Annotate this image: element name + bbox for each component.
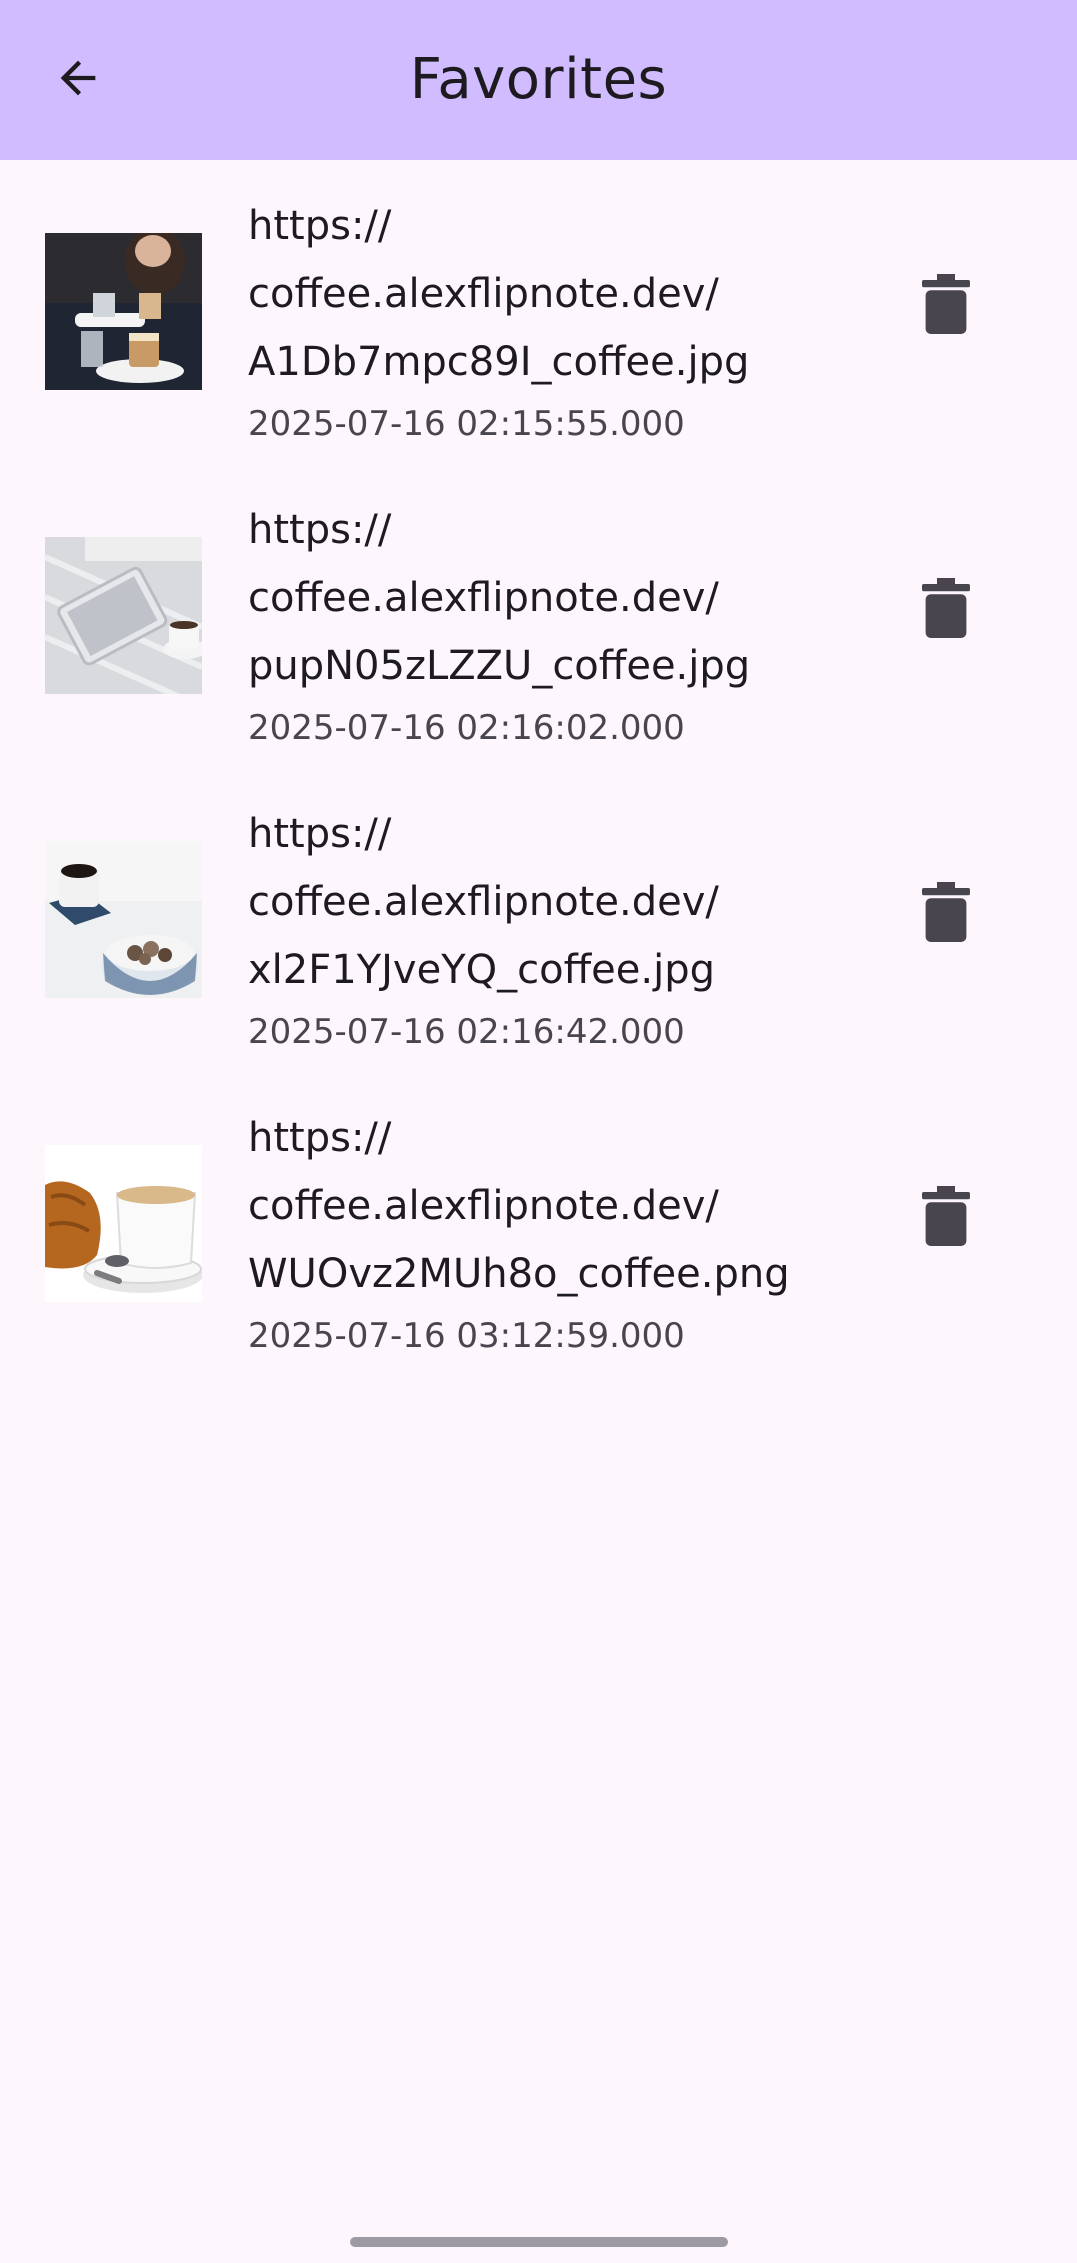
list-item[interactable]: https:// coffee.alexflipnote.dev/ A1Db7m… bbox=[0, 160, 1077, 464]
delete-button[interactable] bbox=[906, 1178, 986, 1258]
page-title: Favorites bbox=[409, 47, 668, 112]
list-item[interactable]: https:// coffee.alexflipnote.dev/ pupN05… bbox=[0, 464, 1077, 768]
list-item[interactable]: https:// coffee.alexflipnote.dev/ WUOvz2… bbox=[0, 1072, 1077, 1376]
favorite-url-line: https:// bbox=[248, 811, 392, 857]
trash-icon bbox=[922, 1186, 970, 1250]
favorite-url-line: coffee.alexflipnote.dev/ bbox=[248, 1183, 719, 1229]
coffee-thumbnail bbox=[45, 233, 202, 390]
favorite-timestamp: 2025-07-16 03:12:59.000 bbox=[248, 1316, 685, 1356]
favorite-url-line: pupN05zLZZU_coffee.jpg bbox=[248, 643, 751, 689]
coffee-thumbnail bbox=[45, 841, 202, 998]
favorite-timestamp: 2025-07-16 02:15:55.000 bbox=[248, 404, 685, 444]
home-indicator[interactable] bbox=[350, 2237, 728, 2247]
favorite-url-line: https:// bbox=[248, 507, 392, 553]
delete-button[interactable] bbox=[906, 266, 986, 346]
arrow-back-icon bbox=[52, 52, 104, 108]
favorite-url-line: coffee.alexflipnote.dev/ bbox=[248, 575, 719, 621]
trash-icon bbox=[922, 882, 970, 946]
delete-button[interactable] bbox=[906, 874, 986, 954]
favorite-url-line: coffee.alexflipnote.dev/ bbox=[248, 879, 719, 925]
favorite-url-line: coffee.alexflipnote.dev/ bbox=[248, 271, 719, 317]
coffee-thumbnail bbox=[45, 1145, 202, 1302]
favorite-url-line: https:// bbox=[248, 203, 392, 249]
coffee-thumbnail bbox=[45, 537, 202, 694]
trash-icon bbox=[922, 578, 970, 642]
favorite-timestamp: 2025-07-16 02:16:02.000 bbox=[248, 708, 685, 748]
favorite-url-line: https:// bbox=[248, 1115, 392, 1161]
favorite-timestamp: 2025-07-16 02:16:42.000 bbox=[248, 1012, 685, 1052]
favorite-url-line: xl2F1YJveYQ_coffee.jpg bbox=[248, 947, 715, 993]
favorite-url-line: WUOvz2MUh8o_coffee.png bbox=[248, 1251, 790, 1297]
delete-button[interactable] bbox=[906, 570, 986, 650]
favorites-list: https:// coffee.alexflipnote.dev/ A1Db7m… bbox=[0, 160, 1077, 1376]
trash-icon bbox=[922, 274, 970, 338]
back-button[interactable] bbox=[34, 36, 122, 124]
favorite-url-line: A1Db7mpc89I_coffee.jpg bbox=[248, 339, 750, 385]
app-bar: Favorites bbox=[0, 0, 1077, 160]
list-item[interactable]: https:// coffee.alexflipnote.dev/ xl2F1Y… bbox=[0, 768, 1077, 1072]
